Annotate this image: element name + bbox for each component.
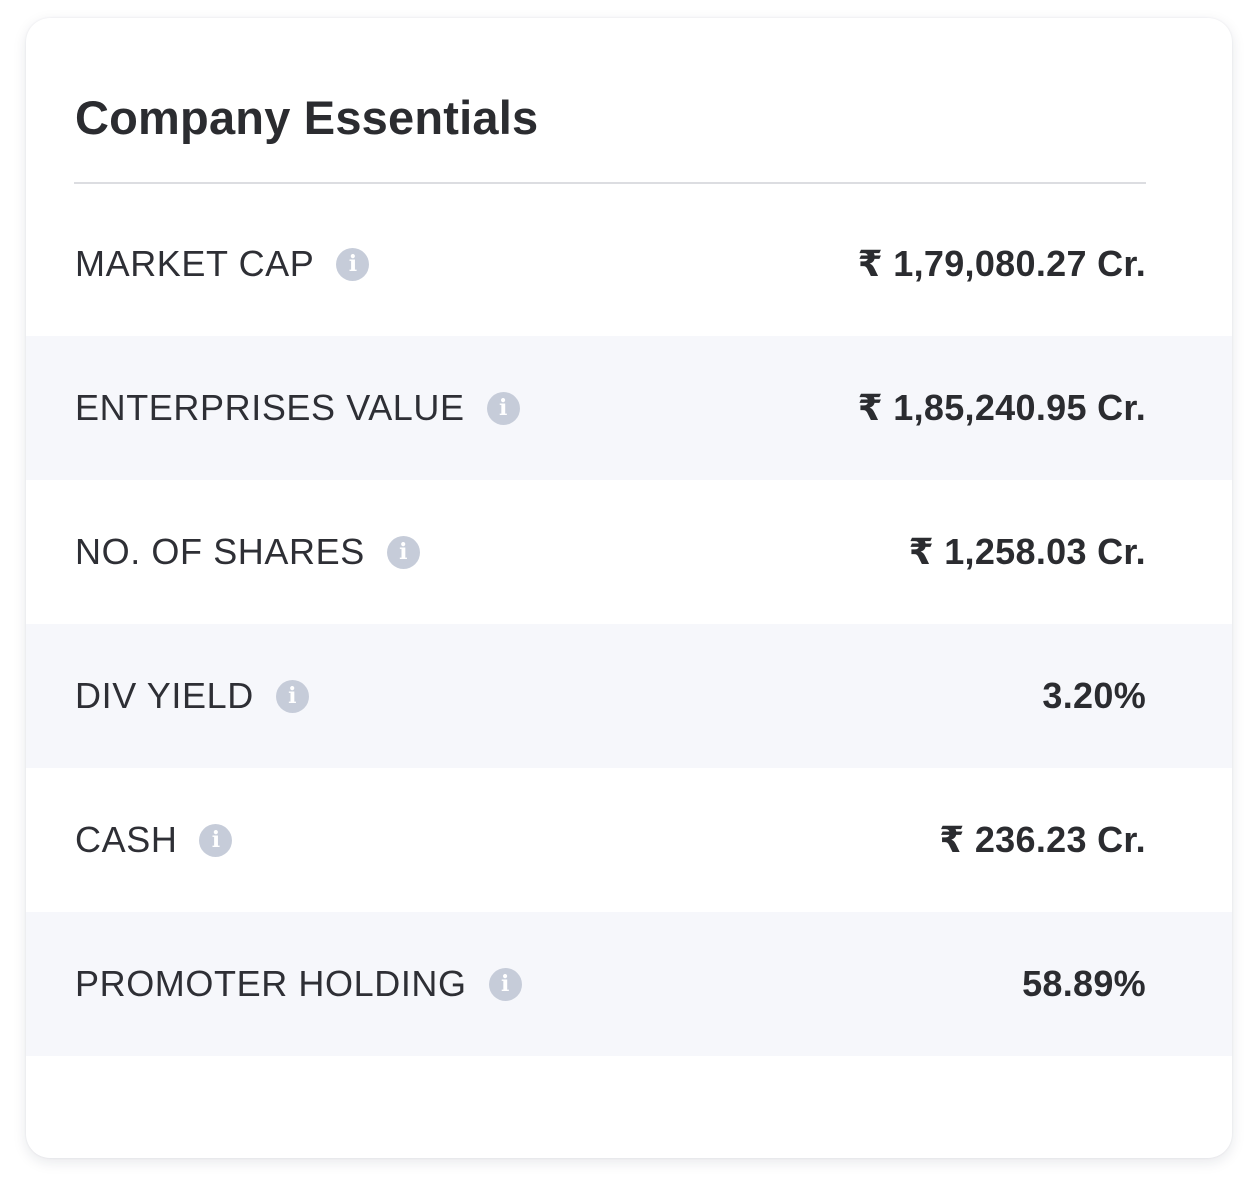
info-icon[interactable]: i <box>275 679 309 713</box>
row-cash: CASH i ₹ 236.23 Cr. <box>26 768 1232 912</box>
essentials-list: MARKET CAP i ₹ 1,79,080.27 Cr. ENTERPRIS… <box>26 192 1232 1056</box>
info-icon[interactable]: i <box>386 535 420 569</box>
label-group: NO. OF SHARES i <box>75 531 420 573</box>
row-enterprises-value: ENTERPRISES VALUE i ₹ 1,85,240.95 Cr. <box>26 336 1232 480</box>
card-title: Company Essentials <box>75 91 539 144</box>
info-icon[interactable]: i <box>336 247 370 281</box>
row-no-of-shares: NO. OF SHARES i ₹ 1,258.03 Cr. <box>26 480 1232 624</box>
row-div-yield: DIV YIELD i 3.20% <box>26 624 1232 768</box>
row-label: ENTERPRISES VALUE <box>75 387 465 428</box>
row-value: ₹ 236.23 Cr. <box>939 819 1146 860</box>
row-value: 58.89% <box>1022 963 1146 1004</box>
label-group: DIV YIELD i <box>75 675 309 717</box>
row-value: ₹ 1,79,080.27 Cr. <box>857 243 1146 284</box>
row-label: PROMOTER HOLDING <box>75 963 467 1004</box>
row-label: NO. OF SHARES <box>75 531 365 572</box>
row-label: MARKET CAP <box>75 243 315 284</box>
title-divider <box>74 182 1146 184</box>
label-group: PROMOTER HOLDING i <box>75 963 522 1005</box>
row-value: 3.20% <box>1042 675 1146 716</box>
row-value: ₹ 1,258.03 Cr. <box>908 531 1146 572</box>
row-label: CASH <box>75 819 178 860</box>
row-label: DIV YIELD <box>75 675 254 716</box>
label-group: CASH i <box>75 819 233 861</box>
label-group: ENTERPRISES VALUE i <box>75 387 520 429</box>
info-icon[interactable]: i <box>488 967 522 1001</box>
row-promoter-holding: PROMOTER HOLDING i 58.89% <box>26 912 1232 1056</box>
label-group: MARKET CAP i <box>75 243 370 285</box>
info-icon[interactable]: i <box>199 823 233 857</box>
company-essentials-card: Company Essentials MARKET CAP i ₹ 1,79,0… <box>26 18 1232 1158</box>
info-icon[interactable]: i <box>486 391 520 425</box>
row-market-cap: MARKET CAP i ₹ 1,79,080.27 Cr. <box>26 192 1232 336</box>
row-value: ₹ 1,85,240.95 Cr. <box>857 387 1146 428</box>
